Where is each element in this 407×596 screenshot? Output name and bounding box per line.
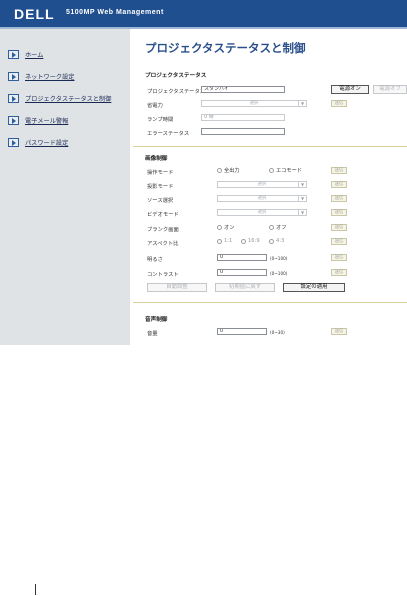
source-submit-button[interactable]: 送信 bbox=[331, 195, 347, 202]
radio-circle-icon bbox=[241, 238, 246, 244]
select-value: 選択 bbox=[257, 196, 267, 201]
play-arrow-icon bbox=[8, 115, 19, 125]
page-margin-mark bbox=[35, 584, 36, 595]
brightness-submit-button[interactable]: 送信 bbox=[331, 254, 347, 261]
power-saving-select[interactable]: 選択 ▼ bbox=[201, 100, 307, 107]
video-mode-select[interactable]: 選択 ▼ bbox=[217, 209, 307, 216]
radio-label: 1:1 bbox=[224, 238, 233, 244]
sidebar-item-label: ホーム bbox=[25, 51, 44, 59]
operation-mode-label: 操作モード bbox=[147, 170, 174, 176]
sidebar-item-password[interactable]: パスワード設定 bbox=[8, 136, 68, 148]
auto-adjust-button[interactable]: 自動調整 bbox=[147, 283, 207, 292]
video-mode-submit-button[interactable]: 送信 bbox=[331, 209, 347, 216]
contrast-label: コントラスト bbox=[147, 272, 179, 278]
section-divider bbox=[133, 146, 407, 147]
operation-mode-submit-button[interactable]: 送信 bbox=[331, 167, 347, 174]
play-arrow-icon bbox=[8, 93, 19, 103]
radio-circle-icon bbox=[269, 238, 274, 244]
radio-label: オフ bbox=[276, 225, 287, 231]
aspect-ratio-1-1-radio[interactable]: 1:1 bbox=[217, 238, 232, 244]
chevron-down-icon: ▼ bbox=[298, 182, 306, 187]
dell-logo: DELL bbox=[14, 6, 55, 22]
brightness-label: 明るさ bbox=[147, 257, 163, 263]
chevron-down-icon: ▼ bbox=[298, 210, 306, 215]
volume-submit-button[interactable]: 送信 bbox=[331, 328, 347, 335]
status-section-title: プロジェクタステータス bbox=[145, 73, 207, 79]
select-value: 選択 bbox=[249, 101, 259, 106]
radio-circle-icon bbox=[217, 238, 222, 244]
play-arrow-icon bbox=[8, 49, 19, 59]
radio-circle-icon bbox=[217, 168, 222, 173]
projector-mode-submit-button[interactable]: 送信 bbox=[331, 181, 347, 188]
source-select[interactable]: 選択 ▼ bbox=[217, 195, 307, 202]
main-content: プロジェクタステータスと制御 プロジェクタステータス プロジェクタステータス ス… bbox=[133, 29, 407, 345]
contrast-input[interactable]: 0 bbox=[217, 269, 267, 276]
radio-label: オン bbox=[224, 225, 235, 231]
power-saving-submit-button[interactable]: 送信 bbox=[331, 100, 347, 107]
play-arrow-icon bbox=[8, 137, 19, 147]
lamp-hours-field: 0 時 bbox=[201, 114, 285, 121]
error-status-label: エラーステータス bbox=[147, 131, 190, 137]
audio-section-title: 音声制御 bbox=[145, 317, 168, 323]
lamp-hours-label: ランプ時間 bbox=[147, 117, 174, 123]
chevron-down-icon: ▼ bbox=[298, 196, 306, 201]
error-status-field bbox=[201, 128, 285, 135]
volume-label: 音量 bbox=[147, 331, 158, 337]
power-on-button[interactable]: 電源オン bbox=[331, 85, 369, 94]
video-mode-label: ビデオモード bbox=[147, 212, 179, 218]
aspect-ratio-label: アスペクト比 bbox=[147, 241, 179, 247]
projector-status-field: スタンバイ bbox=[201, 86, 285, 93]
blank-screen-on-radio[interactable]: オン bbox=[217, 224, 234, 231]
aspect-ratio-16-9-radio[interactable]: 16:9 bbox=[241, 238, 260, 244]
sidebar: ホーム ネットワーク設定 プロジェクタステータスと制御 電子メール警報 パスワー… bbox=[0, 29, 130, 345]
radio-label: 全出力 bbox=[224, 168, 240, 174]
contrast-submit-button[interactable]: 送信 bbox=[331, 269, 347, 276]
radio-label: エコモード bbox=[276, 168, 302, 174]
contrast-range-hint: (0~100) bbox=[270, 271, 288, 276]
operation-mode-eco-radio[interactable]: エコモード bbox=[269, 167, 302, 174]
sidebar-item-label: プロジェクタステータスと制御 bbox=[25, 95, 112, 103]
source-select-label: ソース選択 bbox=[147, 198, 174, 204]
projector-mode-select[interactable]: 選択 ▼ bbox=[217, 181, 307, 188]
section-divider bbox=[133, 302, 407, 303]
power-off-button[interactable]: 電源オフ bbox=[373, 85, 407, 94]
blank-screen-label: ブランク画面 bbox=[147, 227, 179, 233]
sidebar-item-label: パスワード設定 bbox=[25, 139, 69, 147]
blank-screen-submit-button[interactable]: 送信 bbox=[331, 224, 347, 231]
sidebar-item-projector-status[interactable]: プロジェクタステータスと制御 bbox=[8, 92, 111, 104]
blank-screen-off-radio[interactable]: オフ bbox=[269, 224, 286, 231]
radio-circle-icon bbox=[217, 225, 222, 230]
aspect-ratio-submit-button[interactable]: 送信 bbox=[331, 238, 347, 245]
sidebar-item-label: 電子メール警報 bbox=[25, 117, 69, 125]
brightness-range-hint: (0~100) bbox=[270, 256, 288, 261]
sidebar-item-network-settings[interactable]: ネットワーク設定 bbox=[8, 70, 75, 82]
sidebar-item-home[interactable]: ホーム bbox=[8, 48, 43, 60]
projector-status-label: プロジェクタステータス bbox=[147, 89, 206, 95]
select-value: 選択 bbox=[257, 182, 267, 187]
header-bar: DELL 5100MP Web Management bbox=[0, 0, 407, 29]
app-title: 5100MP Web Management bbox=[66, 9, 164, 16]
chevron-down-icon: ▼ bbox=[298, 101, 306, 106]
aspect-ratio-4-3-radio[interactable]: 4:3 bbox=[269, 238, 284, 244]
select-value: 選択 bbox=[257, 210, 267, 215]
radio-label: 16:9 bbox=[248, 238, 260, 244]
radio-circle-icon bbox=[269, 225, 274, 230]
radio-circle-icon bbox=[269, 168, 274, 173]
apply-settings-button[interactable]: 設定の適用 bbox=[283, 283, 345, 292]
volume-input[interactable]: 0 bbox=[217, 328, 267, 335]
play-arrow-icon bbox=[8, 71, 19, 81]
projector-mode-label: 投影モード bbox=[147, 184, 174, 190]
power-saving-label: 省電力 bbox=[147, 103, 163, 109]
reset-defaults-button[interactable]: 初期値に戻す bbox=[215, 283, 275, 292]
image-section-title: 画像制御 bbox=[145, 156, 168, 162]
sidebar-item-label: ネットワーク設定 bbox=[25, 73, 75, 81]
volume-range-hint: (0~30) bbox=[270, 330, 285, 335]
radio-label: 4:3 bbox=[276, 238, 285, 244]
brightness-input[interactable]: 0 bbox=[217, 254, 267, 261]
page-title: プロジェクタステータスと制御 bbox=[145, 41, 306, 55]
sidebar-item-email-alert[interactable]: 電子メール警報 bbox=[8, 114, 68, 126]
operation-mode-full-radio[interactable]: 全出力 bbox=[217, 167, 240, 174]
